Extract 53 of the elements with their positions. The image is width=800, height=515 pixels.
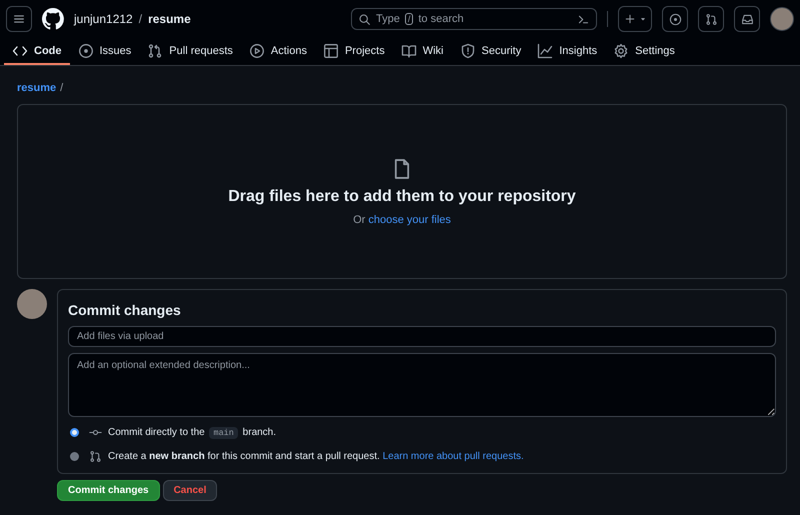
drop-zone-prompt: Or choose your files	[353, 214, 451, 226]
option-label: Commit directly to the main branch.	[108, 426, 276, 438]
pull-request-icon	[704, 12, 718, 26]
book-icon	[400, 42, 417, 58]
search-field[interactable]: Type / to search	[351, 8, 597, 30]
radio-button[interactable]	[70, 452, 79, 460]
repo-link[interactable]: resume	[148, 12, 191, 26]
nav-tab[interactable]: Projects	[314, 38, 393, 65]
path-separator: /	[138, 12, 142, 26]
issues-button[interactable]	[662, 6, 688, 32]
radio-button[interactable]	[70, 428, 79, 436]
nav-tab[interactable]: Code	[4, 38, 70, 65]
owner-link[interactable]: junjun1212	[74, 12, 133, 26]
create-button[interactable]	[618, 6, 652, 32]
nav-tab[interactable]: Actions	[240, 38, 315, 65]
commit-title: Commit changes	[68, 302, 182, 318]
issue-icon	[78, 42, 94, 58]
caret-icon	[638, 15, 646, 23]
search-icon	[358, 12, 371, 26]
graph-icon	[537, 42, 554, 58]
settings-icon	[613, 42, 630, 58]
description-field[interactable]: Add an optional extended description...	[68, 353, 776, 417]
drop-zone-title: Drag files here to add them to your repository	[228, 188, 576, 206]
play-icon	[248, 42, 265, 58]
repo-link[interactable]: resume	[17, 82, 56, 94]
nav-tab[interactable]: Pull requests	[139, 38, 241, 65]
cat-logo-icon[interactable]	[42, 8, 64, 30]
commit-button[interactable]: Commit changes	[57, 480, 160, 501]
nav-tab[interactable]: Settings	[605, 38, 683, 65]
nav-tab[interactable]: Security	[452, 38, 530, 65]
terminal-icon	[577, 12, 590, 26]
nav-tab[interactable]: Issues	[70, 38, 140, 65]
menu-button[interactable]	[6, 6, 32, 32]
pull-requests-button[interactable]	[698, 6, 724, 32]
table-icon	[322, 42, 339, 58]
cancel-button[interactable]: Cancel	[162, 480, 218, 501]
avatar[interactable]	[770, 7, 794, 31]
issue-icon	[668, 12, 682, 26]
pull-request-icon	[89, 450, 102, 462]
pull-request-icon	[147, 42, 164, 58]
shield-icon	[460, 42, 476, 58]
file-drop-zone[interactable]: Drag files here to add them to your repository Or choose your files	[17, 104, 787, 279]
inbox-icon	[740, 12, 754, 26]
choose-files-link[interactable]: choose your files	[368, 214, 451, 226]
avatar	[17, 289, 47, 319]
path-separator: /	[60, 82, 64, 94]
option-label: Create a new branch for this commit and start a pull request. Learn more about pull requests.	[108, 450, 524, 462]
nav-tab[interactable]: Insights	[529, 38, 606, 65]
inbox-button[interactable]	[734, 6, 760, 32]
nav-tab[interactable]: Wiki	[392, 38, 452, 65]
summary-field[interactable]: Add files via upload	[68, 326, 776, 347]
learn-more-link[interactable]: Learn more about pull requests.	[382, 450, 524, 462]
plus-icon	[624, 13, 636, 25]
